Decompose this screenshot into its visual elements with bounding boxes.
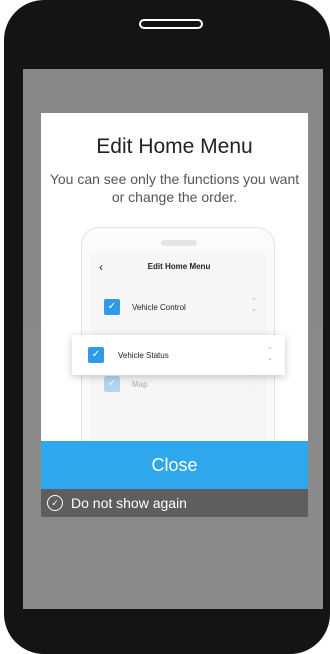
sort-handle-icon: ⌃ ⌄ (251, 298, 257, 313)
checkbox-checked-icon: ✓ (88, 347, 104, 363)
speaker-slot (139, 19, 203, 29)
illustration-row-vehicle-status: ✓ Vehicle Status ⌃ ⌄ (72, 335, 285, 375)
illustration-row-map: ✓ Map ⌃ ⌄ (104, 372, 267, 396)
checkbox-checked-icon: ✓ (104, 299, 120, 315)
do-not-show-again-toggle[interactable]: ✓ Do not show again (41, 489, 308, 517)
close-button[interactable]: Close (41, 441, 308, 489)
row-label: Vehicle Status (118, 350, 169, 360)
sort-handle-icon: ⌃ ⌄ (251, 375, 257, 390)
phone-screen: Edit Home Menu You can see only the func… (23, 69, 323, 609)
dialog-title: Edit Home Menu (96, 135, 253, 158)
illustration-speaker (161, 240, 197, 246)
row-label: Vehicle Control (132, 302, 186, 312)
illustration-row-vehicle-control: ✓ Vehicle Control ⌃ ⌄ (104, 295, 267, 319)
check-circle-icon[interactable]: ✓ (47, 495, 63, 511)
dialog-subtitle: You can see only the functions you want … (49, 171, 300, 205)
phone-frame: Edit Home Menu You can see only the func… (4, 0, 330, 654)
row-label: Map (132, 379, 148, 389)
checkbox-checked-icon: ✓ (104, 376, 120, 392)
do-not-show-again-label: Do not show again (71, 495, 187, 511)
sort-handle-icon: ⌃ ⌄ (267, 347, 273, 362)
illustration-title: Edit Home Menu (147, 262, 211, 271)
illustration-header: ‹ Edit Home Menu (91, 253, 267, 283)
